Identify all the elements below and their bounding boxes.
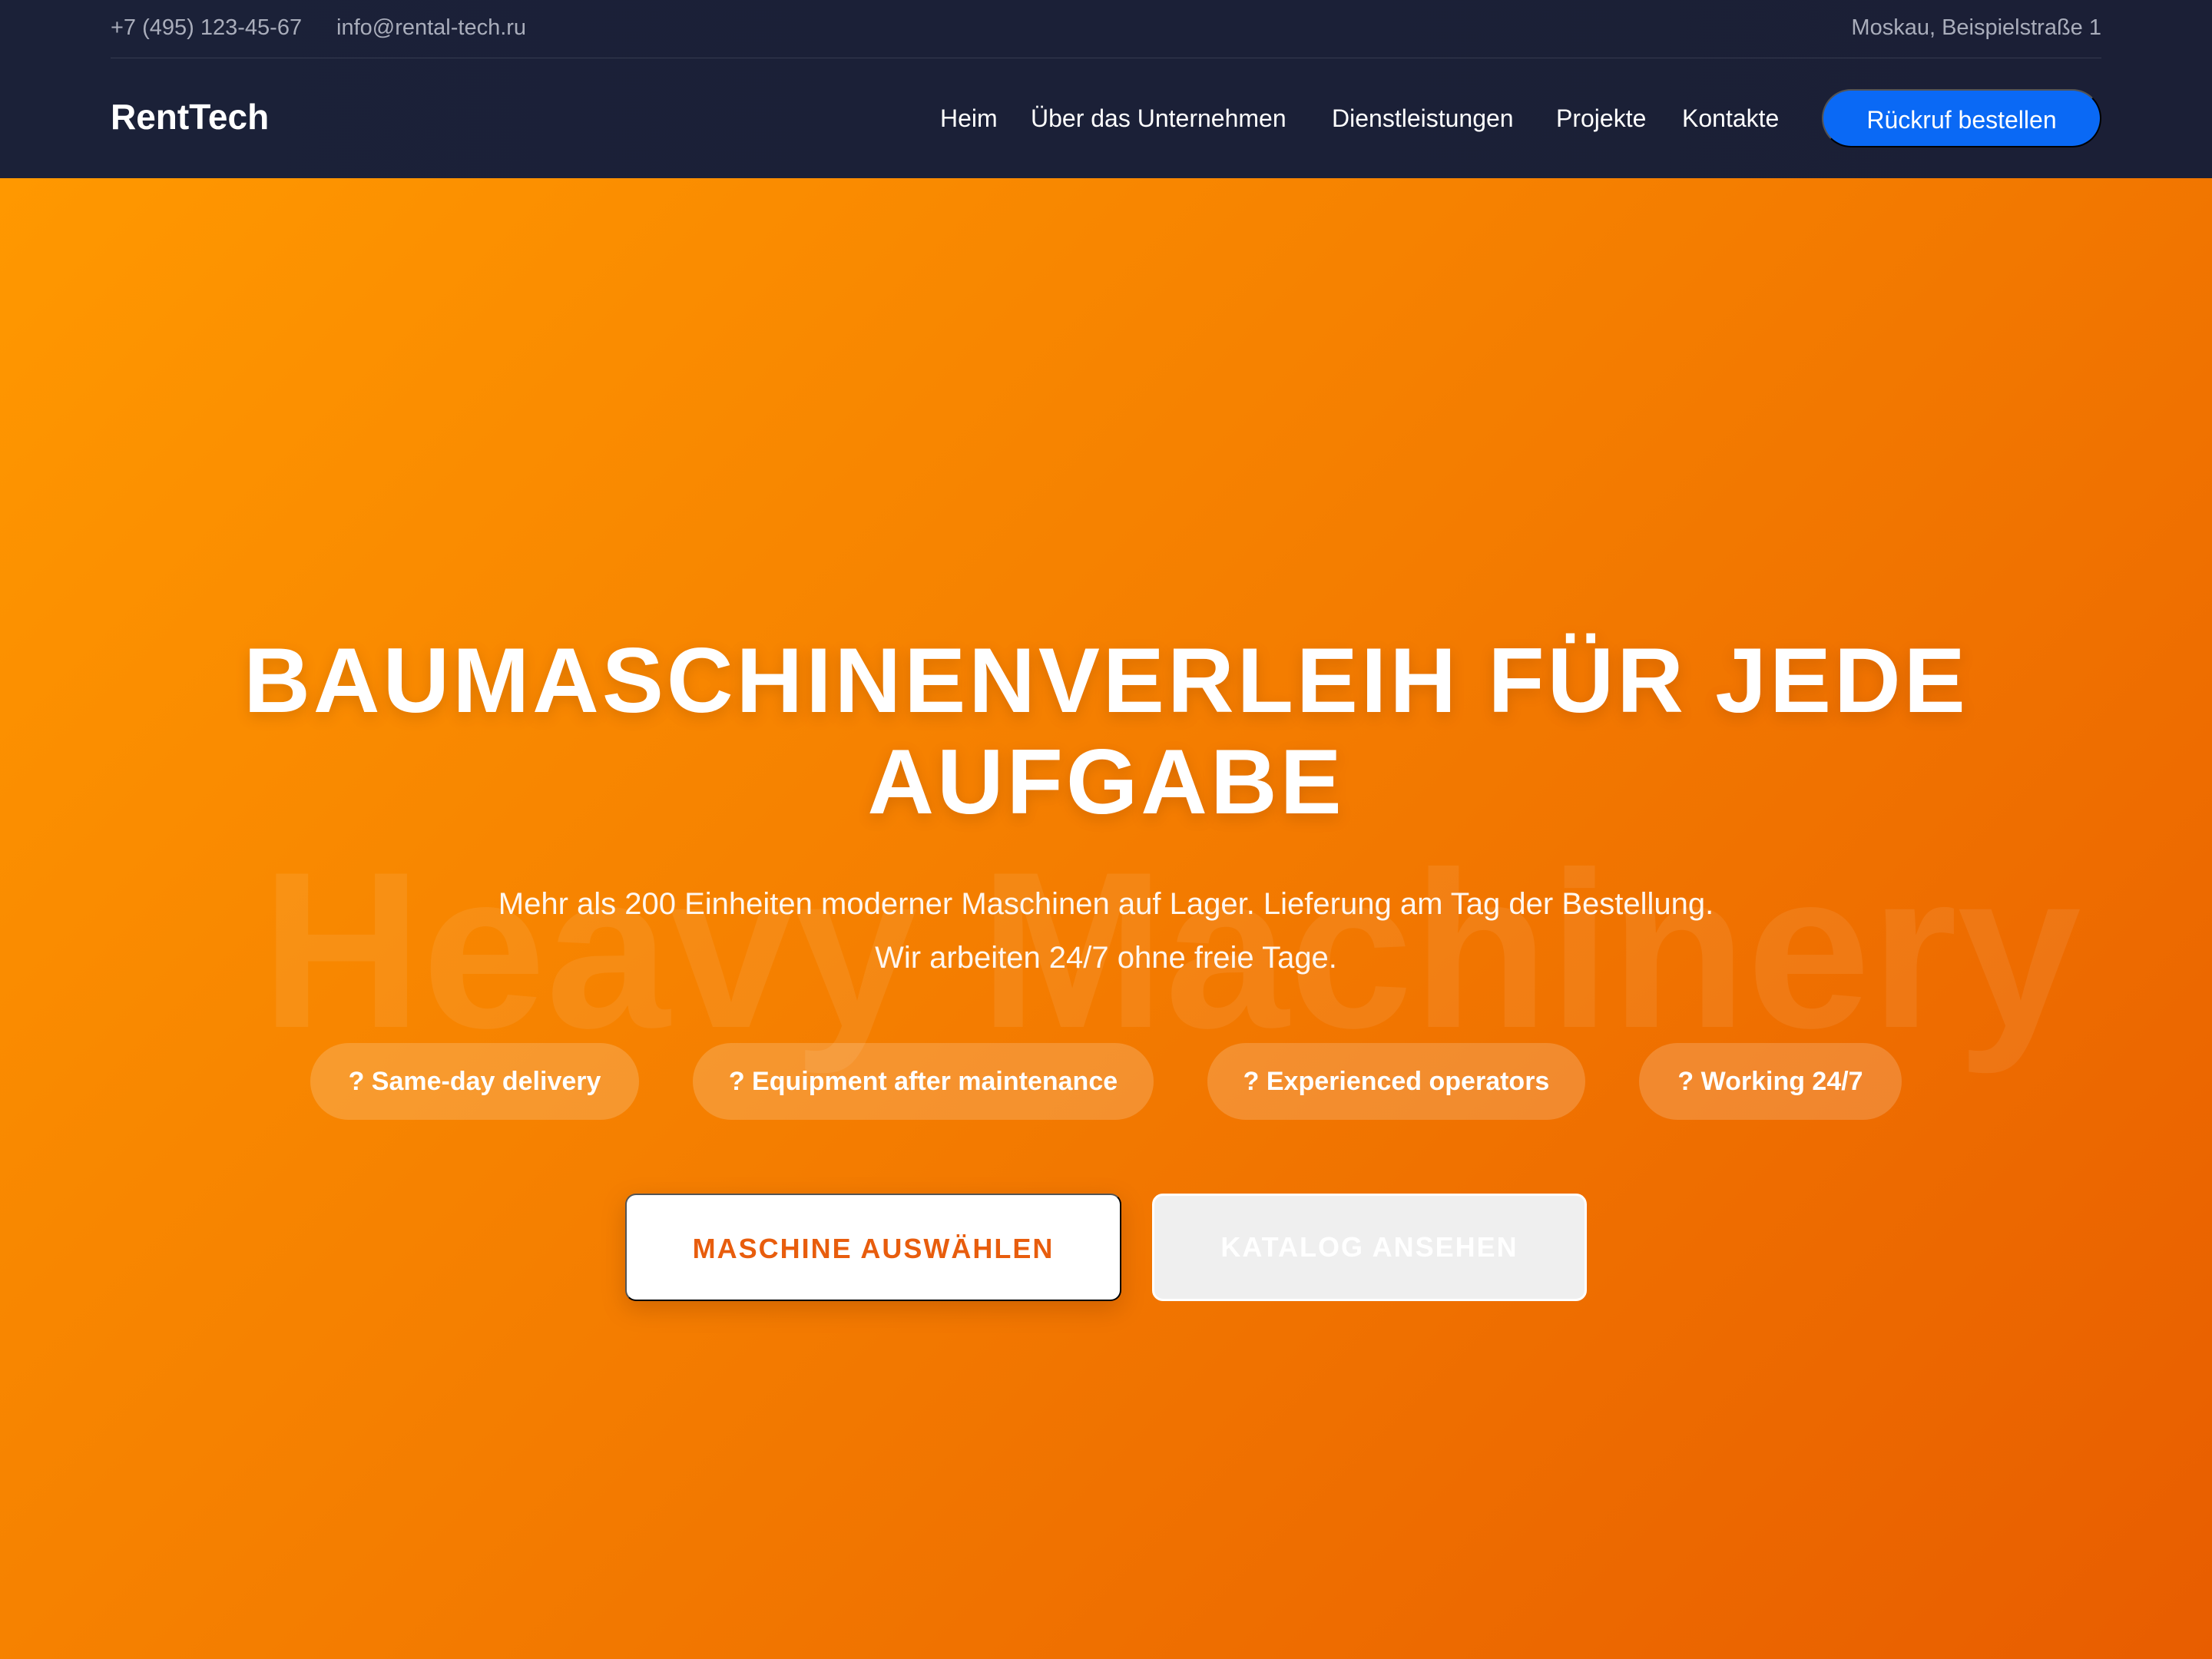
site-header: +7 (495) 123-45-67 info@rental-tech.ru M… <box>0 0 2212 178</box>
hero-title: BAUMASCHINENVERLEIH FÜR JEDE AUFGABE <box>243 629 1969 833</box>
address-text: Moskau, Beispielstraße 1 <box>1851 15 2101 40</box>
nav-services-link[interactable]: Dienstleistungen <box>1332 102 1514 134</box>
view-catalog-button[interactable]: KATALOG ANSEHEN <box>1152 1194 1587 1301</box>
nav-about-link[interactable]: Über das Unternehmen <box>1031 102 1286 134</box>
email-link[interactable]: info@rental-tech.ru <box>336 15 526 41</box>
nav-home-link[interactable]: Heim <box>940 102 998 134</box>
site-logo[interactable]: RentTech <box>111 95 269 138</box>
feature-pill-delivery: ? Same-day delivery <box>310 1043 639 1120</box>
feature-pill-maintenance: ? Equipment after maintenance <box>693 1043 1154 1120</box>
select-machine-button[interactable]: MASCHINE AUSWÄHLEN <box>625 1194 1121 1301</box>
hero-subtitle: Mehr als 200 Einheiten moderner Maschine… <box>498 887 1714 975</box>
callback-button[interactable]: Rückruf bestellen <box>1822 89 2101 147</box>
top-contact-bar: +7 (495) 123-45-67 info@rental-tech.ru M… <box>111 0 2101 58</box>
hero-section: Heavy Machinery BAUMASCHINENVERLEIH FÜR … <box>0 178 2212 1659</box>
feature-pill-operators: ? Experienced operators <box>1207 1043 1585 1120</box>
feature-pill-working-hours: ? Working 24/7 <box>1639 1043 1902 1120</box>
phone-link[interactable]: +7 (495) 123-45-67 <box>111 15 302 41</box>
nav-projects-link[interactable]: Projekte <box>1556 102 1646 134</box>
nav-contacts-link[interactable]: Kontakte <box>1682 102 1779 134</box>
